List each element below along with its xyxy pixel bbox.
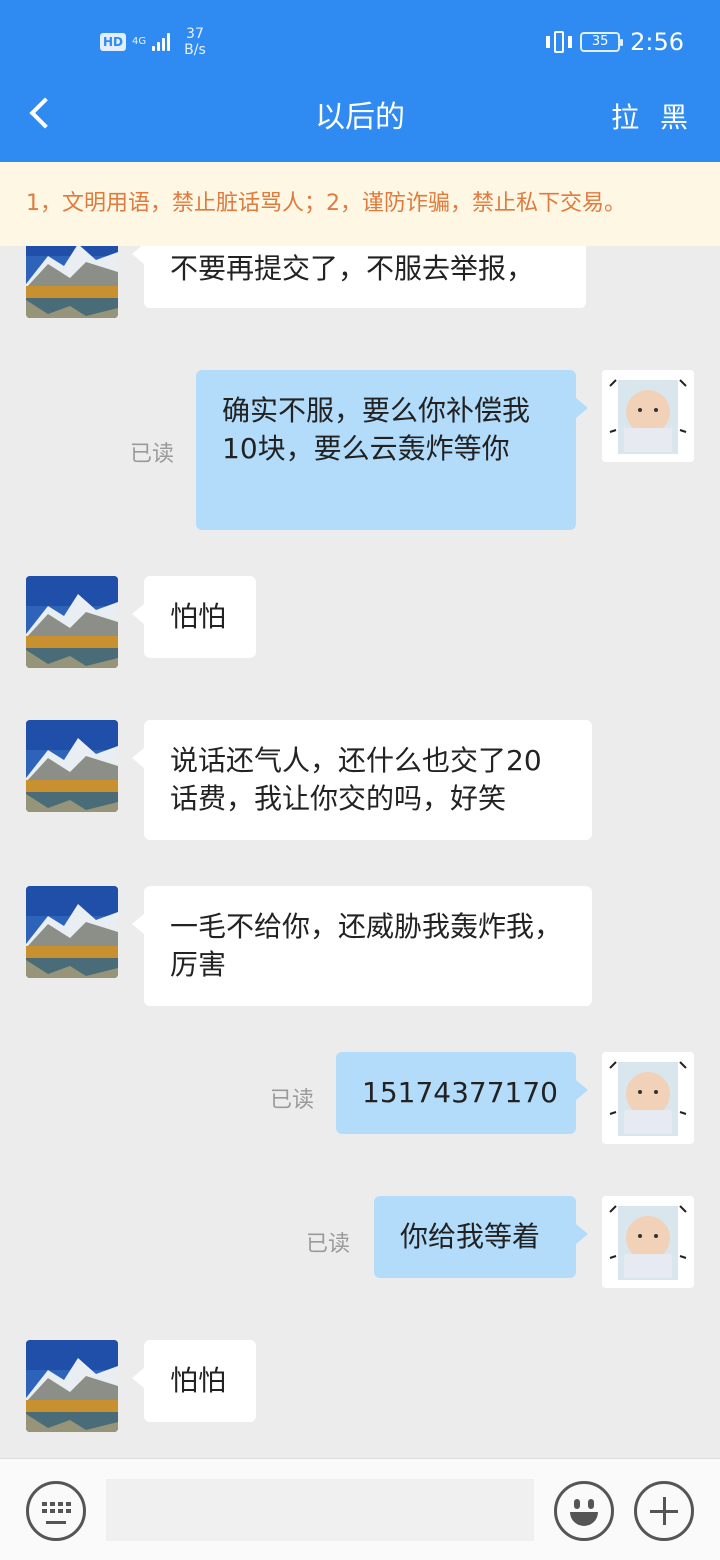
status-bar: HD 4G 37 B/s 35 2:56: [0, 0, 720, 80]
message-bubble-outgoing[interactable]: 15174377170: [336, 1052, 588, 1134]
mountain-avatar-icon: [26, 1340, 118, 1432]
message-text: 怕怕: [170, 600, 227, 633]
baby-photo-avatar-icon: [602, 370, 694, 462]
message-input[interactable]: [106, 1479, 534, 1541]
status-clock: 2:56: [630, 28, 684, 56]
message-text: 你给我等着: [400, 1220, 541, 1253]
baby-photo-avatar-icon: [602, 1052, 694, 1144]
message-bubble-incoming[interactable]: 怕怕: [132, 1340, 256, 1422]
message-text: 一毛不给你，还威胁我轰炸我，厉害: [170, 910, 563, 981]
message-bubble-outgoing[interactable]: 确实不服，要么你补偿我10块，要么云轰炸等你: [196, 370, 588, 530]
baby-photo-avatar-icon: [602, 1196, 694, 1288]
message-text: 怕怕: [170, 1364, 227, 1397]
message-bubble-incoming[interactable]: 不要再提交了，不服去举报，: [132, 246, 586, 308]
network-type-label: 4G: [132, 36, 147, 47]
message-text: 不要再提交了，不服去举报，: [170, 252, 535, 285]
mountain-avatar-icon: [26, 576, 118, 668]
keyboard-icon: [42, 1502, 71, 1513]
chat-screen: HD 4G 37 B/s 35 2:56 以后的 拉 黑 1，文明用语，禁止脏话…: [0, 0, 720, 1560]
user-avatar[interactable]: [602, 1196, 694, 1288]
hd-badge: HD: [100, 33, 127, 51]
message-text: 说话还气人，还什么也交了20话费，我让你交的吗，好笑: [170, 744, 542, 815]
mountain-avatar-icon: [26, 720, 118, 812]
battery-icon: 35: [580, 32, 624, 52]
mountain-avatar-icon: [26, 246, 118, 318]
contact-avatar[interactable]: [26, 720, 118, 812]
read-status: 已读: [130, 442, 175, 467]
contact-avatar[interactable]: [26, 246, 118, 318]
network-speed: 37 B/s: [184, 26, 206, 58]
notice-banner: 1，文明用语，禁止脏话骂人；2，谨防诈骗，禁止私下交易。: [0, 162, 720, 246]
more-options-button[interactable]: [634, 1481, 694, 1541]
smiley-icon: [574, 1499, 580, 1509]
chat-header: 以后的 拉 黑: [0, 80, 720, 162]
status-right-group: 35 2:56: [546, 28, 684, 56]
contact-avatar[interactable]: [26, 576, 118, 668]
user-avatar[interactable]: [602, 1052, 694, 1144]
user-avatar[interactable]: [602, 370, 694, 462]
block-button[interactable]: 拉 黑: [611, 98, 694, 138]
read-status: 已读: [306, 1232, 351, 1257]
contact-avatar[interactable]: [26, 886, 118, 978]
message-text: 15174377170: [362, 1076, 558, 1109]
network-speed-unit: B/s: [184, 42, 206, 58]
network-speed-value: 37: [186, 26, 204, 42]
message-text: 确实不服，要么你补偿我10块，要么云轰炸等你: [222, 394, 531, 465]
message-bubble-outgoing[interactable]: 你给我等着: [374, 1196, 588, 1278]
message-bubble-incoming[interactable]: 说话还气人，还什么也交了20话费，我让你交的吗，好笑: [132, 720, 592, 840]
mountain-avatar-icon: [26, 886, 118, 978]
status-left-group: HD 4G 37 B/s: [100, 26, 206, 58]
keyboard-toggle-button[interactable]: [26, 1481, 86, 1541]
contact-avatar[interactable]: [26, 1340, 118, 1432]
message-bubble-incoming[interactable]: 一毛不给你，还威胁我轰炸我，厉害: [132, 886, 592, 1006]
input-bar: [0, 1458, 720, 1560]
vibrate-icon: [546, 29, 573, 55]
read-status: 已读: [270, 1088, 315, 1113]
message-bubble-incoming[interactable]: 怕怕: [132, 576, 256, 658]
emoji-button[interactable]: [554, 1481, 614, 1541]
signal-icon: [152, 33, 171, 51]
message-list[interactable]: 不要再提交了，不服去举报， 已读 确实不服，要么你补偿我10块，要么云轰炸等你: [0, 246, 720, 1458]
